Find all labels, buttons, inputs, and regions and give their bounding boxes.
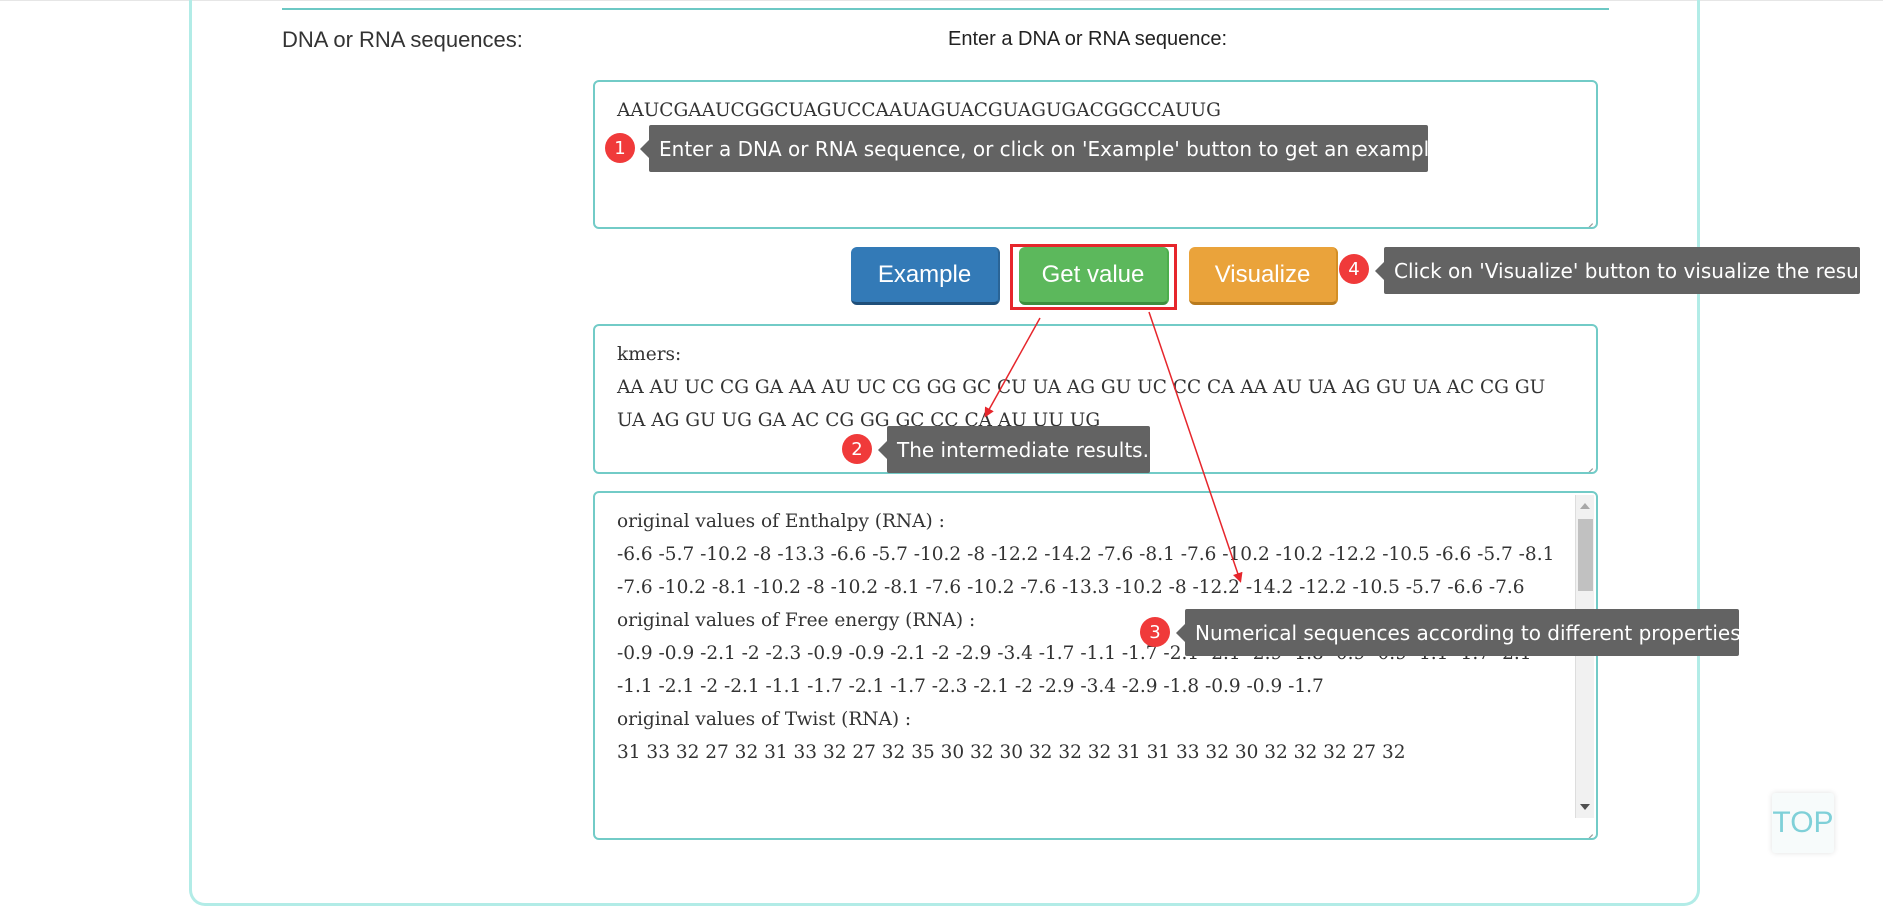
step-badge-4: 4 <box>1339 254 1369 284</box>
step-badge-3: 3 <box>1140 617 1170 647</box>
tooltip-4: Click on 'Visualize' button to visualize… <box>1375 247 1883 294</box>
scroll-thumb[interactable] <box>1578 519 1593 591</box>
get-value-highlight <box>1010 244 1177 310</box>
sequence-input-value: AAUCGAAUCGGCUAGUCCAAUAGUACGUAGUGACGGCCAU… <box>617 100 1221 121</box>
step-badge-1: 1 <box>605 133 635 163</box>
resize-handle-icon[interactable] <box>1582 213 1594 225</box>
example-button[interactable]: Example <box>851 247 1000 305</box>
tooltip-3: Numerical sequences according to differe… <box>1176 609 1747 656</box>
section-label: DNA or RNA sequences: <box>282 27 523 52</box>
resize-handle-icon[interactable] <box>1582 458 1594 470</box>
resize-handle-icon[interactable] <box>1582 824 1594 836</box>
visualize-button[interactable]: Visualize <box>1189 247 1338 305</box>
back-to-top-button[interactable]: TOP <box>1772 793 1834 853</box>
step-badge-2: 2 <box>842 434 872 464</box>
scroll-up-icon[interactable] <box>1580 503 1590 509</box>
values-output[interactable]: original values of Enthalpy (RNA) : -6.6… <box>593 491 1598 840</box>
scroll-down-icon[interactable] <box>1580 804 1590 810</box>
tooltip-2: The intermediate results. <box>878 426 1150 473</box>
section-divider <box>282 8 1609 10</box>
tooltip-1: Enter a DNA or RNA sequence, or click on… <box>640 125 1448 172</box>
kmers-output-value: kmers: AA AU UC CG GA AA AU UC CG GG GC … <box>617 344 1546 431</box>
input-heading: Enter a DNA or RNA sequence: <box>948 28 1228 50</box>
values-scrollbar[interactable] <box>1575 495 1594 818</box>
